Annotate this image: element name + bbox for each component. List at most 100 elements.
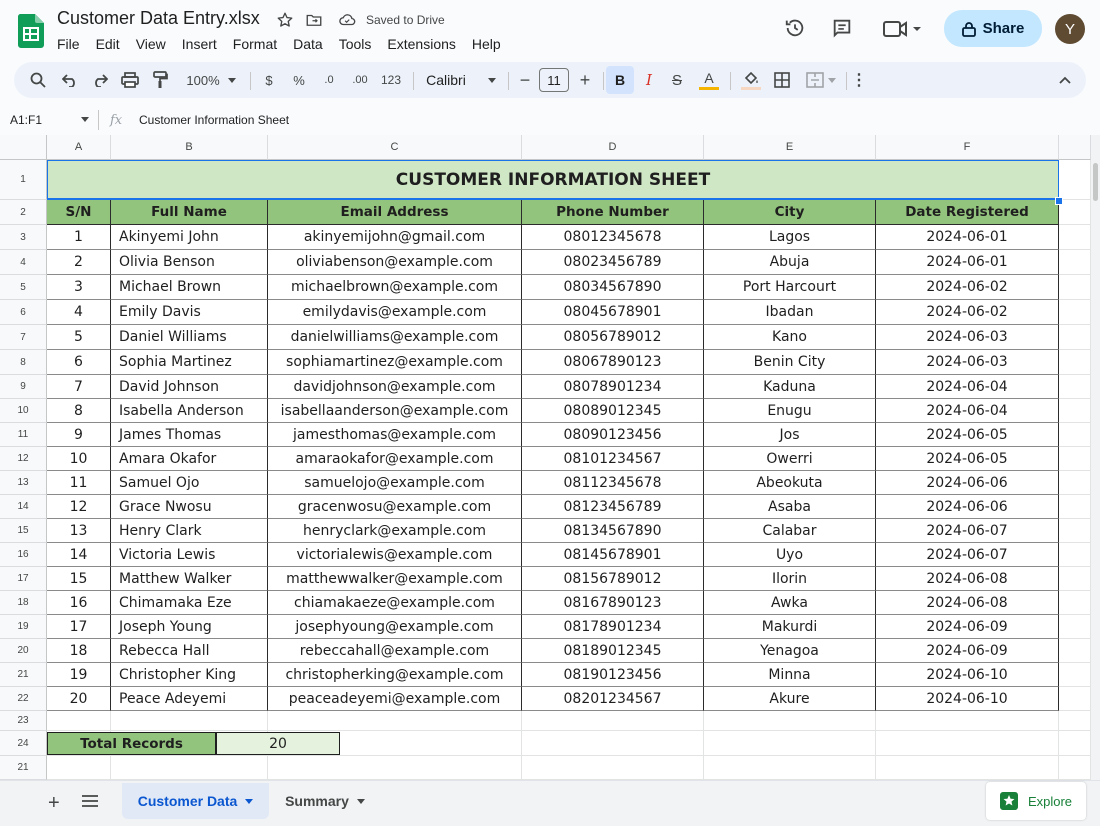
table-cell[interactable]: Amara Okafor	[111, 447, 268, 471]
row-header[interactable]: 15	[0, 519, 47, 543]
table-cell[interactable]: 2024-06-08	[876, 591, 1059, 615]
chevron-down-icon[interactable]	[81, 117, 89, 122]
number-format-button[interactable]: 123	[376, 62, 406, 98]
table-cell[interactable]: 2024-06-08	[876, 567, 1059, 591]
grid-cell[interactable]	[876, 756, 1059, 780]
grid-cell[interactable]	[1059, 495, 1091, 519]
vertical-scrollbar[interactable]	[1091, 135, 1100, 780]
grid-cell[interactable]	[1059, 225, 1091, 250]
row-header[interactable]: 13	[0, 471, 47, 495]
table-cell[interactable]: Abeokuta	[704, 471, 876, 495]
grid-cell[interactable]	[1059, 471, 1091, 495]
add-sheet-icon[interactable]: +	[48, 792, 60, 815]
table-cell[interactable]: Joseph Young	[111, 615, 268, 639]
grid-cell[interactable]	[1059, 711, 1091, 731]
cloud-saved-icon[interactable]	[337, 11, 357, 29]
redo-icon[interactable]	[88, 62, 112, 98]
table-cell[interactable]: 2024-06-05	[876, 447, 1059, 471]
table-cell[interactable]: davidjohnson@example.com	[268, 375, 522, 399]
strikethrough-button[interactable]: S	[666, 62, 688, 98]
grid-cell[interactable]	[268, 711, 522, 731]
table-cell[interactable]: Benin City	[704, 350, 876, 375]
table-cell[interactable]: matthewwalker@example.com	[268, 567, 522, 591]
table-cell[interactable]: jamesthomas@example.com	[268, 423, 522, 447]
table-cell[interactable]: 2024-06-02	[876, 300, 1059, 325]
sheet-title-cell[interactable]: CUSTOMER INFORMATION SHEET	[47, 160, 1059, 200]
font-size-input[interactable]: 11	[539, 62, 569, 98]
name-box[interactable]: A1:F1	[10, 113, 42, 127]
grid-cell[interactable]	[1059, 399, 1091, 423]
decrease-font-size-button[interactable]: −	[514, 62, 536, 98]
column-label-cell[interactable]: Email Address	[268, 200, 522, 225]
table-cell[interactable]: rebeccahall@example.com	[268, 639, 522, 663]
table-cell[interactable]: 08156789012	[522, 567, 704, 591]
grid-cell[interactable]	[1059, 615, 1091, 639]
table-cell[interactable]: James Thomas	[111, 423, 268, 447]
column-header-e[interactable]: E	[704, 135, 876, 160]
table-cell[interactable]: 08067890123	[522, 350, 704, 375]
menu-format[interactable]: Format	[225, 35, 285, 53]
table-cell[interactable]: Awka	[704, 591, 876, 615]
column-label-cell[interactable]: Date Registered	[876, 200, 1059, 225]
table-cell[interactable]: Matthew Walker	[111, 567, 268, 591]
table-cell[interactable]: victorialewis@example.com	[268, 543, 522, 567]
table-cell[interactable]: Port Harcourt	[704, 275, 876, 300]
table-cell[interactable]: Emily Davis	[111, 300, 268, 325]
table-cell[interactable]: 08078901234	[522, 375, 704, 399]
share-button[interactable]: Share	[944, 10, 1042, 47]
currency-format-button[interactable]: $	[258, 62, 280, 98]
menu-view[interactable]: View	[128, 35, 174, 53]
table-cell[interactable]: 1	[47, 225, 111, 250]
tab-customer-data[interactable]: Customer Data	[122, 783, 269, 819]
row-header[interactable]: 4	[0, 250, 47, 275]
grid-cell[interactable]	[1059, 567, 1091, 591]
table-cell[interactable]: peaceadeyemi@example.com	[268, 687, 522, 711]
table-cell[interactable]: 2024-06-04	[876, 399, 1059, 423]
row-header[interactable]: 17	[0, 567, 47, 591]
grid-cell[interactable]	[47, 711, 111, 731]
grid-cell[interactable]	[1059, 447, 1091, 471]
grid-cell[interactable]	[1059, 423, 1091, 447]
table-cell[interactable]: Henry Clark	[111, 519, 268, 543]
table-cell[interactable]: 4	[47, 300, 111, 325]
table-cell[interactable]: 15	[47, 567, 111, 591]
table-cell[interactable]: 2024-06-09	[876, 639, 1059, 663]
table-cell[interactable]: samuelojo@example.com	[268, 471, 522, 495]
grid-cell[interactable]	[522, 731, 704, 756]
column-header-g[interactable]	[1059, 135, 1091, 160]
table-cell[interactable]: Samuel Ojo	[111, 471, 268, 495]
table-cell[interactable]: Asaba	[704, 495, 876, 519]
row-header[interactable]: 8	[0, 350, 47, 375]
grid-cell[interactable]	[1059, 300, 1091, 325]
table-cell[interactable]: 2024-06-07	[876, 543, 1059, 567]
table-cell[interactable]: 08167890123	[522, 591, 704, 615]
table-cell[interactable]: 10	[47, 447, 111, 471]
grid-cell[interactable]	[876, 711, 1059, 731]
grid-cell[interactable]	[1059, 250, 1091, 275]
grid-cell[interactable]	[1059, 663, 1091, 687]
column-header-a[interactable]: A	[47, 135, 111, 160]
table-cell[interactable]: emilydavis@example.com	[268, 300, 522, 325]
collapse-menus-icon[interactable]	[1054, 62, 1076, 98]
star-icon[interactable]	[276, 11, 294, 29]
table-cell[interactable]: 08145678901	[522, 543, 704, 567]
table-cell[interactable]: 08090123456	[522, 423, 704, 447]
table-cell[interactable]: 2024-06-01	[876, 225, 1059, 250]
select-all-corner[interactable]	[0, 135, 47, 160]
row-header[interactable]: 19	[0, 615, 47, 639]
bold-button[interactable]: B	[606, 66, 634, 94]
grid-cell[interactable]	[522, 756, 704, 780]
table-cell[interactable]: 08190123456	[522, 663, 704, 687]
table-cell[interactable]: 5	[47, 325, 111, 350]
table-cell[interactable]: 9	[47, 423, 111, 447]
table-cell[interactable]: Grace Nwosu	[111, 495, 268, 519]
italic-button[interactable]: I	[638, 62, 660, 98]
table-cell[interactable]: Uyo	[704, 543, 876, 567]
table-cell[interactable]: Chimamaka Eze	[111, 591, 268, 615]
borders-icon[interactable]	[770, 62, 794, 98]
table-cell[interactable]: 08112345678	[522, 471, 704, 495]
document-title[interactable]: Customer Data Entry.xlsx	[57, 8, 260, 29]
column-header-f[interactable]: F	[876, 135, 1059, 160]
row-header[interactable]: 7	[0, 325, 47, 350]
menu-help[interactable]: Help	[464, 35, 509, 53]
